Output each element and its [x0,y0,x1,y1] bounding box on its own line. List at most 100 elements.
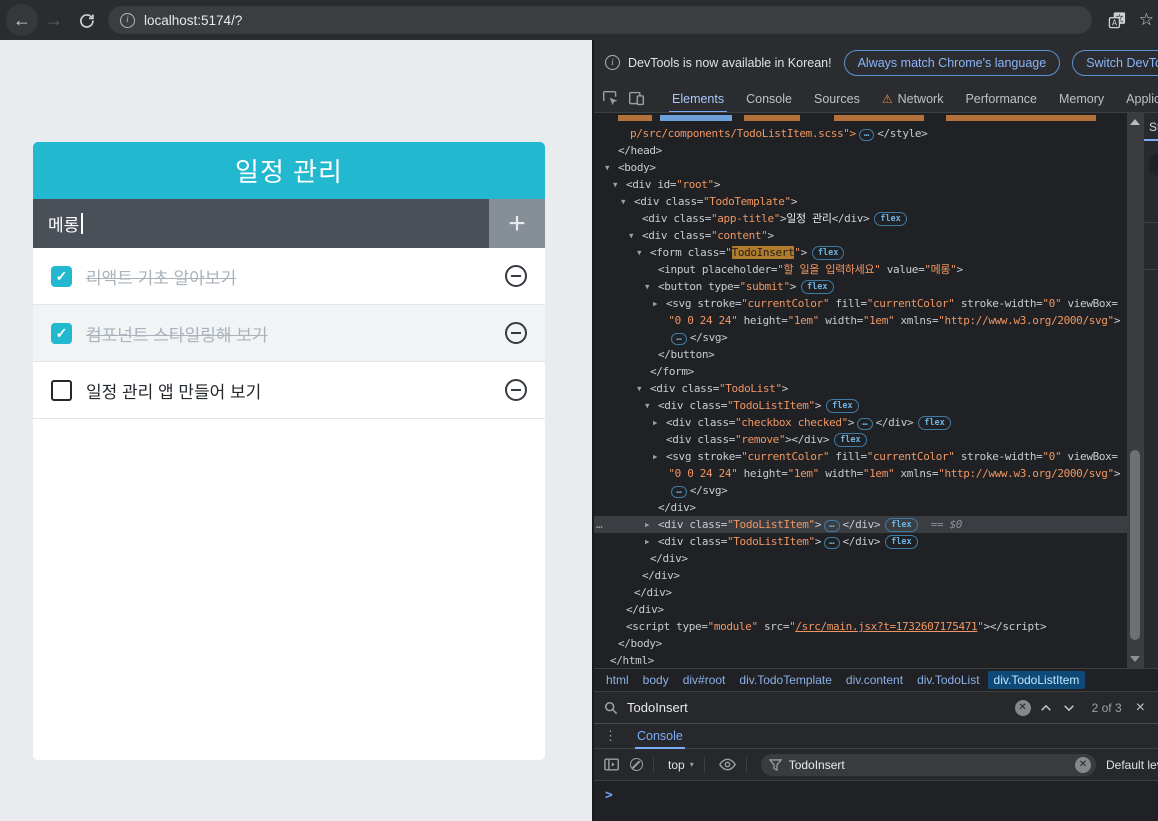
flex-badge[interactable]: flex [874,212,907,226]
clear-filter-icon[interactable]: ✕ [1075,756,1091,773]
tree-row[interactable]: "0 0 24 24" height="1em" width="1em" xml… [594,312,1127,329]
checkbox-checked-icon[interactable]: ✓ [51,265,72,287]
flex-badge[interactable]: flex [885,535,918,549]
bookmark-star-icon[interactable]: ☆ [1139,10,1154,30]
tree-row[interactable]: "0 0 24 24" height="1em" width="1em" xml… [594,465,1127,482]
url-text[interactable]: localhost:5174/? [144,13,242,28]
tree-row[interactable]: … </svg> [594,482,1127,499]
tab-sources[interactable]: Sources [803,85,871,112]
console-filter-input[interactable]: TodoInsert ✕ [760,753,1096,776]
tree-row[interactable]: ▶ <svg stroke="currentColor" fill="curren… [594,448,1127,465]
expand-arrow-icon[interactable]: ▶ [645,533,650,550]
scrollbar-thumb[interactable] [1130,450,1140,640]
back-button[interactable]: ← [6,4,38,36]
tab-performance[interactable]: Performance [954,85,1048,112]
expand-ellipsis-badge[interactable]: … [671,486,687,498]
notification-action-1[interactable]: Switch DevTools to Korean [1072,49,1158,76]
expand-ellipsis-badge[interactable]: … [824,520,840,532]
todo-item-text[interactable]: 컴포넌트 스타일링해 보기 [86,321,505,346]
expand-ellipsis-badge[interactable]: … [857,418,873,430]
tree-row[interactable]: </div> [594,499,1127,516]
flex-badge[interactable]: flex [801,280,834,294]
expand-arrow-icon[interactable]: ▶ [653,295,658,312]
console-prompt-chevron[interactable]: > [594,781,1158,803]
tree-row[interactable]: ▼ <div id="root"> [594,176,1127,193]
expand-arrow-icon[interactable]: ▶ [653,448,658,465]
tab-network[interactable]: ⚠ Network [871,85,955,112]
tree-row[interactable]: <input placeholder="할 일을 입력하세요" value="메… [594,261,1127,278]
breadcrumb-div.content[interactable]: div.content [840,671,909,689]
kebab-menu-icon[interactable]: ⋮ [604,728,617,744]
live-expression-eye-icon[interactable] [718,758,736,771]
tree-row[interactable]: ▶… <div class="TodoListItem">… </div> flex =… [594,516,1127,533]
collapse-arrow-icon[interactable]: ▼ [629,227,634,244]
tree-row[interactable]: </button> [594,346,1127,363]
device-toolbar-icon[interactable] [628,90,645,107]
flex-badge[interactable]: flex [826,399,859,413]
scroll-up-arrow-icon[interactable] [1130,119,1140,125]
console-filter-value[interactable]: TodoInsert [789,758,1075,772]
flex-badge[interactable]: flex [885,518,918,532]
tree-row[interactable]: </div> [594,601,1127,618]
tab-styles[interactable]: Styles [1144,113,1158,134]
scroll-down-arrow-icon[interactable] [1130,656,1140,662]
reload-button[interactable] [70,4,102,36]
tree-row[interactable]: </div> [594,584,1127,601]
search-query[interactable]: TodoInsert [627,700,1015,715]
inspect-element-icon[interactable] [602,90,619,107]
tree-row[interactable]: </html> [594,652,1127,668]
forward-button[interactable]: → [38,4,70,36]
tree-row[interactable]: ▶ <div class="checkbox checked">… </div> fl… [594,414,1127,431]
tab-console[interactable]: Console [735,85,803,112]
remove-todo-icon[interactable] [505,265,527,287]
tab-elements[interactable]: Elements [661,85,735,112]
breadcrumb-div.TodoList[interactable]: div.TodoList [911,671,985,689]
tree-row[interactable]: ▼ <body> [594,159,1127,176]
tree-row[interactable]: ▼ <div class="TodoTemplate"> [594,193,1127,210]
collapse-arrow-icon[interactable]: ▼ [621,193,626,210]
search-next-icon[interactable] [1063,702,1075,714]
tree-row[interactable]: … </svg> [594,329,1127,346]
notification-action-0[interactable]: Always match Chrome's language [843,49,1061,76]
collapse-arrow-icon[interactable]: ▼ [637,380,642,397]
flex-badge[interactable]: flex [918,416,951,430]
tree-row[interactable]: </div> [594,550,1127,567]
remove-todo-icon[interactable] [505,322,527,344]
expand-ellipsis-badge[interactable]: … [671,333,687,345]
console-sidebar-toggle-icon[interactable] [604,757,620,772]
checkbox-unchecked-icon[interactable] [51,379,72,401]
tree-row[interactable]: <script type="module" src="/src/main.jsx… [594,618,1127,635]
expand-arrow-icon[interactable]: ▶ [653,414,658,431]
breadcrumb-div#root[interactable]: div#root [677,671,732,689]
todo-item-text[interactable]: 일정 관리 앱 만들어 보기 [86,378,505,403]
collapse-arrow-icon[interactable]: ▼ [605,159,610,176]
collapse-arrow-icon[interactable]: ▼ [637,244,642,261]
breadcrumb-html[interactable]: html [600,671,635,689]
tree-row[interactable]: ▼ <button type="submit"> flex [594,278,1127,295]
collapse-arrow-icon[interactable]: ▼ [645,278,650,295]
clear-search-icon[interactable]: ✕ [1014,699,1031,716]
site-info-icon[interactable]: i [120,12,135,28]
expand-arrow-icon[interactable]: ▶ [645,516,650,533]
add-todo-button[interactable]: + [489,199,545,248]
tree-row[interactable]: </form> [594,363,1127,380]
search-prev-icon[interactable] [1040,702,1052,714]
collapse-arrow-icon[interactable]: ▼ [645,397,650,414]
expand-ellipsis-badge[interactable]: … [824,537,840,549]
todo-item-text[interactable]: 리액트 기초 알아보기 [86,264,505,289]
tree-row[interactable]: ▼ <div class="TodoList"> [594,380,1127,397]
tree-row[interactable]: ▼ <form class="TodoInsert"> flex [594,244,1127,261]
checkbox-checked-icon[interactable]: ✓ [51,322,72,344]
tree-row[interactable]: </body> [594,635,1127,652]
tree-row[interactable]: ▼ <div class="TodoListItem"> flex [594,397,1127,414]
flex-badge[interactable]: flex [834,433,867,447]
expand-ellipsis-badge[interactable]: … [858,129,875,141]
tree-row[interactable]: ▶ <svg stroke="currentColor" fill="curren… [594,295,1127,312]
elements-scrollbar[interactable] [1127,113,1143,668]
tree-row[interactable]: p/src/components/TodoListItem.scss">… </s… [594,125,1127,142]
breadcrumb-div.TodoTemplate[interactable]: div.TodoTemplate [733,671,838,689]
tree-row[interactable]: ▶ <div class="TodoListItem">… </div> flex [594,533,1127,550]
console-context-selector[interactable]: top [668,758,685,772]
close-search-icon[interactable]: × [1136,699,1145,717]
tree-row[interactable]: <div class="remove"></div> flex [594,431,1127,448]
